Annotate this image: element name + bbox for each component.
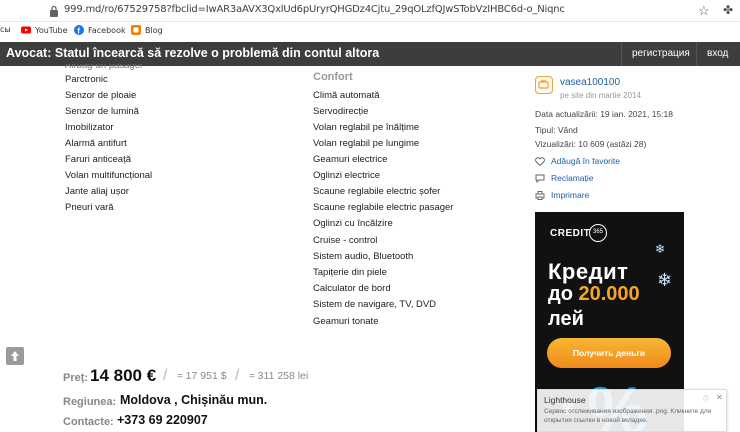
price-label: Preț:	[63, 372, 89, 384]
feature-item: Geamuri tonate	[313, 316, 379, 327]
news-ticker-title[interactable]: Avocat: Statul încearcă să rezolve o pro…	[6, 46, 379, 60]
scroll-top-button[interactable]	[6, 347, 24, 365]
seller-name-link[interactable]: vasea100100	[560, 77, 620, 88]
arrow-up-icon	[11, 351, 19, 361]
feature-item: Sistem audio, Bluetooth	[313, 251, 414, 262]
feature-item: Senzor de ploaie	[65, 90, 137, 101]
feature-item: Imobilizator	[65, 122, 114, 133]
price-separator: /	[163, 367, 168, 384]
snowflake-icon: ❄	[655, 242, 666, 256]
region-label: Regiunea:	[63, 396, 117, 408]
browser-address-bar: 999.md/ro/67529758?fbclid=IwAR3aAVX3QxlU…	[0, 0, 740, 22]
price-separator: /	[235, 367, 240, 384]
user-avatar-icon	[538, 80, 549, 89]
feature-item: Climă automată	[313, 90, 380, 101]
ad-headline: Кредит	[548, 259, 629, 284]
feature-item: Senzor de lumină	[65, 106, 139, 117]
price-usd: ≈ 17 951 $	[177, 370, 227, 382]
view-count: Vizualizări: 10 609 (astăzi 28)	[535, 139, 647, 149]
heart-icon	[535, 156, 545, 166]
feature-item: Tapițerie din piele	[313, 267, 387, 278]
chat-flag-icon	[535, 174, 545, 183]
printer-icon	[535, 190, 545, 200]
ad-currency: лей	[548, 308, 584, 330]
ad-amount-line: до 20.000	[548, 283, 640, 305]
listing-type: Tipul: Vând	[535, 125, 578, 135]
feature-item: Calculator de bord	[313, 283, 391, 294]
login-link[interactable]: вход	[696, 42, 738, 66]
add-favorite-button[interactable]: Adăugă în favorite	[535, 156, 620, 166]
site-header: Avocat: Statul încearcă să rezolve o pro…	[0, 42, 740, 66]
feature-item: Geamuri electrice	[313, 154, 388, 165]
facebook-icon: f	[74, 25, 84, 35]
star-bookmark-icon[interactable]: ☆	[698, 3, 710, 19]
feature-item: Volan multifuncțional	[65, 170, 153, 181]
extension-toast[interactable]: Lighthouse ⓘ ✕ Сервис отслеживания изобр…	[537, 389, 727, 432]
feature-item: Scaune reglabile electric pasager	[313, 202, 454, 213]
report-button[interactable]: Reclamație	[535, 173, 594, 183]
updated-date: Data actualizării: 19 ian. 2021, 15:18	[535, 109, 673, 119]
bookmark-youtube[interactable]: YouTube	[21, 25, 68, 35]
snowflake-icon: ❄	[657, 270, 673, 290]
bookmark-blog[interactable]: Blog	[131, 25, 163, 35]
feature-item: Cruise - control	[313, 235, 378, 246]
region-value: Moldova , Chișinău mun.	[120, 393, 268, 407]
bookmark-facebook[interactable]: f Facebook	[74, 25, 126, 35]
feature-item: Sistem de navigare, TV, DVD	[313, 299, 437, 310]
get-money-button[interactable]: Получить деньги	[547, 338, 671, 368]
feature-item: Jante aliaj ușor	[65, 186, 129, 197]
avatar[interactable]	[535, 76, 553, 94]
ad-brand: CREDIT	[550, 228, 591, 239]
feature-item: Oglinzi cu încălzire	[313, 218, 393, 229]
bookmarks-bar: сы YouTube f Facebook Blog	[0, 22, 740, 40]
feature-item: Volan reglabil pe lungime	[313, 138, 420, 149]
close-icon[interactable]: ✕	[716, 393, 723, 402]
svg-text:f: f	[77, 27, 80, 36]
feature-item: Alarmă antifurt	[65, 138, 127, 149]
url-text[interactable]: 999.md/ro/67529758?fbclid=IwAR3aAVX3QxlU…	[64, 4, 565, 15]
feature-item: Volan reglabil pe înălțime	[313, 122, 420, 133]
feature-item: Scaune reglabile electric șofer	[313, 186, 441, 197]
contacts-label: Contacte:	[63, 416, 114, 428]
feature-item: Servodirecție	[313, 106, 369, 117]
confort-heading: Confort	[313, 71, 353, 83]
feature-item: Oglinzi electrice	[313, 170, 381, 181]
ad-badge: 365	[589, 224, 607, 242]
toast-title: Lighthouse	[544, 395, 586, 405]
youtube-icon	[21, 26, 31, 34]
print-button[interactable]: Imprimare	[535, 190, 589, 200]
phone-number[interactable]: +373 69 220907	[117, 413, 208, 427]
blogger-icon	[131, 25, 141, 35]
feature-item: Pneuri vară	[65, 202, 114, 213]
feature-item: Faruri anticeață	[65, 154, 132, 165]
lock-icon	[50, 5, 58, 17]
price-mdl: ≈ 311 258 lei	[249, 370, 309, 382]
register-link[interactable]: регистрация	[621, 42, 700, 66]
bookmark-cut[interactable]: сы	[0, 25, 11, 34]
extensions-icon[interactable]: ✤	[723, 3, 733, 17]
seller-since: pe site din martie 2014	[560, 91, 641, 100]
price-eur: 14 800 €	[90, 366, 157, 385]
feature-item: Parctronic	[65, 74, 108, 85]
info-icon[interactable]: ⓘ	[703, 394, 709, 403]
toast-text: Сервис отслеживания изображения .png. Кл…	[544, 408, 712, 424]
